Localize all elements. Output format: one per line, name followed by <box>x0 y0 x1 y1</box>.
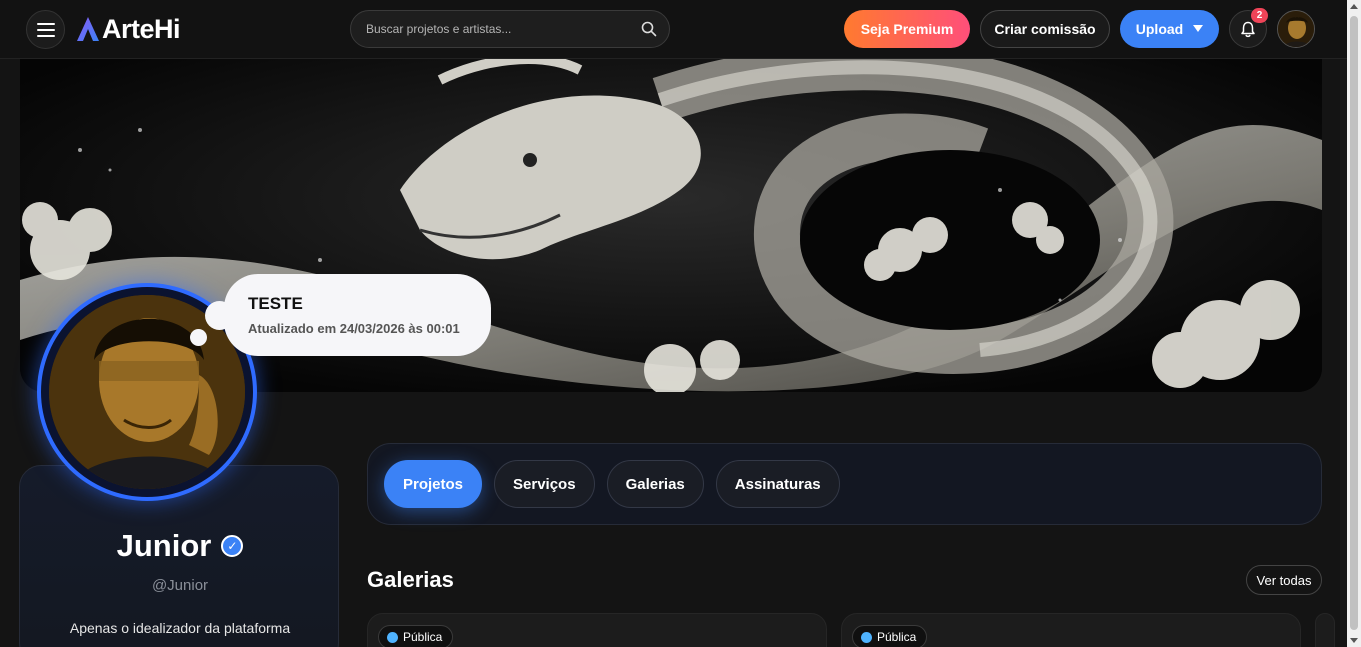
scroll-thumb[interactable] <box>1350 16 1358 630</box>
tab-projetos[interactable]: Projetos <box>384 460 483 508</box>
create-commission-button[interactable]: Criar comissão <box>980 10 1110 48</box>
see-all-button[interactable]: Ver todas <box>1246 565 1322 595</box>
profile-handle: @Junior <box>151 577 209 594</box>
profile-name-row: Junior ✓ <box>20 528 340 564</box>
gallery-card[interactable]: Pública <box>841 613 1301 647</box>
top-navbar: ArteHi Seja Premium Criar comissão Uploa… <box>0 0 1347 59</box>
status-title: TESTE <box>248 294 303 313</box>
caret-down-icon <box>1193 25 1204 32</box>
logo-text: ArteHi <box>102 13 181 44</box>
search-bar <box>350 10 670 48</box>
logo-mark-icon <box>77 17 99 41</box>
gallery-card-partial[interactable] <box>1315 613 1335 647</box>
visibility-badge: Pública <box>378 625 454 647</box>
globe-icon <box>387 631 398 643</box>
avatar-photo <box>1278 11 1314 47</box>
search-input[interactable] <box>366 22 641 36</box>
visibility-label: Pública <box>403 630 443 644</box>
status-updated: Atualizado em 24/03/2026 às 00:01 <box>248 321 460 336</box>
hamburger-icon <box>36 22 55 37</box>
tab-servicos[interactable]: Serviços <box>494 460 595 508</box>
tab-galerias[interactable]: Galerias <box>606 460 704 508</box>
search-icon[interactable] <box>641 21 657 37</box>
notification-badge: 2 <box>1251 8 1268 23</box>
logo[interactable]: ArteHi <box>76 13 181 45</box>
upload-button[interactable]: Upload <box>1120 10 1219 48</box>
gallery-card[interactable]: Pública <box>367 613 827 647</box>
page-scrollbar[interactable] <box>1347 0 1361 647</box>
scroll-down-arrow-icon[interactable] <box>1350 638 1358 643</box>
galleries-section-title: Galerias <box>367 567 454 592</box>
visibility-label: Pública <box>877 630 917 644</box>
notifications-button[interactable]: 2 <box>1229 8 1268 48</box>
premium-button[interactable]: Seja Premium <box>844 10 970 48</box>
verified-badge-icon: ✓ <box>221 535 244 557</box>
upload-label: Upload <box>1135 21 1184 37</box>
tab-assinaturas[interactable]: Assinaturas <box>715 460 840 508</box>
globe-icon <box>861 631 872 643</box>
user-avatar[interactable] <box>1277 10 1315 48</box>
scroll-up-arrow-icon[interactable] <box>1350 4 1358 9</box>
profile-name: Junior <box>116 528 212 563</box>
profile-tabs: Projetos Serviços Galerias Assinaturas <box>367 443 1322 525</box>
bell-icon <box>1241 21 1255 37</box>
menu-button[interactable] <box>26 10 65 49</box>
visibility-badge: Pública <box>852 625 928 647</box>
bubble-tail-small <box>190 329 207 346</box>
profile-bio: Apenas o idealizador da plataforma <box>69 620 291 636</box>
status-bubble: TESTE Atualizado em 24/03/2026 às 00:01 <box>224 274 491 356</box>
